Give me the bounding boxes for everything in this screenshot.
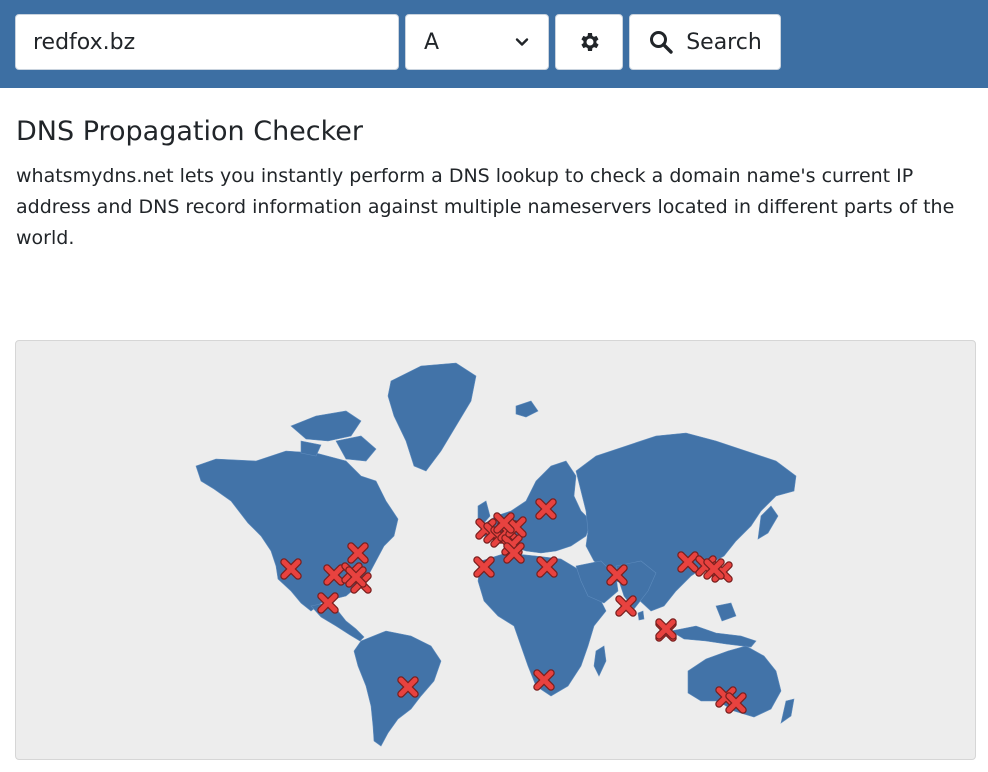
search-button[interactable]: Search — [629, 14, 781, 70]
iceland — [515, 400, 539, 418]
new-zealand — [780, 698, 795, 724]
failed-location-marker[interactable] — [473, 556, 495, 578]
failed-location-marker[interactable] — [323, 564, 345, 586]
failed-location-marker[interactable] — [493, 512, 515, 534]
failed-location-marker[interactable] — [345, 566, 367, 588]
page-title: DNS Propagation Checker — [16, 116, 364, 147]
failed-location-marker[interactable] — [533, 669, 555, 691]
madagascar — [593, 645, 607, 677]
greenland — [387, 362, 477, 472]
failed-location-marker[interactable] — [317, 592, 339, 614]
failed-location-marker[interactable] — [606, 564, 628, 586]
land-masses — [195, 362, 797, 747]
world-map-graphic — [195, 362, 797, 747]
failed-location-marker[interactable] — [536, 556, 558, 578]
settings-button[interactable] — [555, 14, 623, 70]
record-type-select[interactable]: A — [405, 14, 549, 70]
failed-location-marker[interactable] — [503, 542, 525, 564]
failed-location-marker[interactable] — [280, 558, 302, 580]
search-button-label: Search — [686, 29, 762, 55]
top-toolbar: A Search — [0, 0, 988, 88]
sri-lanka — [637, 610, 645, 621]
failed-location-marker[interactable] — [347, 542, 369, 564]
failed-location-marker[interactable] — [615, 595, 637, 617]
failed-location-marker[interactable] — [725, 692, 747, 714]
chevron-down-icon — [515, 38, 529, 46]
gear-icon — [581, 33, 599, 51]
arctic-islands — [290, 410, 377, 462]
record-type-value: A — [424, 29, 440, 55]
domain-input[interactable] — [15, 14, 399, 70]
south-america — [353, 630, 442, 747]
failed-location-marker[interactable] — [535, 498, 557, 520]
failed-location-marker[interactable] — [655, 618, 677, 640]
failed-location-marker[interactable] — [677, 551, 699, 573]
failed-location-marker[interactable] — [397, 676, 419, 698]
search-icon — [650, 31, 673, 54]
world-map — [15, 340, 976, 760]
southeast-asia-islands — [670, 602, 757, 648]
failed-location-marker[interactable] — [703, 558, 725, 580]
page-description: whatsmydns.net lets you instantly perfor… — [16, 165, 955, 249]
